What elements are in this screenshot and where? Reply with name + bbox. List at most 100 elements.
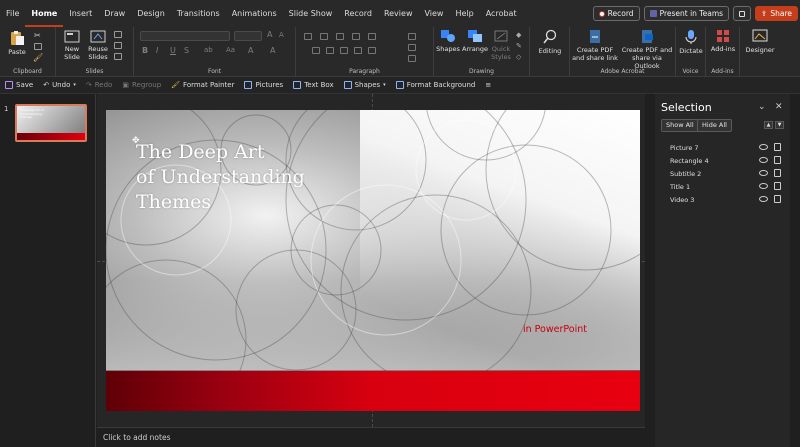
columns-icon[interactable]: [368, 47, 376, 54]
shapes-button[interactable]: Shapes: [436, 29, 460, 53]
pictures-button[interactable]: Pictures: [239, 81, 288, 89]
bold-button[interactable]: B: [142, 46, 148, 55]
bring-forward-icon[interactable]: ▲: [764, 121, 773, 129]
addins-button[interactable]: Add-ins: [708, 29, 738, 53]
selection-item[interactable]: Video 3: [670, 194, 784, 206]
record-button[interactable]: Record: [592, 6, 640, 21]
share-button[interactable]: ⇪ Share: [755, 6, 798, 21]
align-left-icon[interactable]: [312, 47, 320, 54]
lock-icon[interactable]: [774, 156, 781, 164]
layout-icon[interactable]: [114, 31, 122, 38]
lock-icon[interactable]: [774, 169, 781, 177]
bullets-icon[interactable]: [304, 33, 312, 40]
decrease-indent-icon[interactable]: [336, 33, 344, 40]
editing-button[interactable]: Editing: [534, 29, 566, 55]
tab-animations[interactable]: Animations: [226, 0, 283, 27]
slide-title[interactable]: The Deep Art of Understanding Themes: [136, 140, 396, 215]
red-band-rectangle[interactable]: [106, 371, 640, 411]
char-spacing-icon[interactable]: ab: [204, 46, 213, 54]
customize-qat-button[interactable]: ≡: [480, 81, 496, 89]
tab-home[interactable]: Home: [25, 0, 64, 27]
present-in-teams-button[interactable]: Present in Teams: [643, 6, 730, 21]
show-all-button[interactable]: Show All: [661, 119, 699, 132]
create-pdf-outlook-button[interactable]: Create PDF and share via Outlook: [620, 29, 674, 70]
lock-icon[interactable]: [774, 143, 781, 151]
justify-icon[interactable]: [354, 47, 362, 54]
tab-slide-show[interactable]: Slide Show: [283, 0, 339, 27]
font-name-dropdown[interactable]: [140, 31, 230, 41]
change-case-icon[interactable]: Aa: [226, 46, 235, 54]
notes-pane[interactable]: Click to add notes: [97, 427, 645, 447]
eye-icon[interactable]: [759, 170, 768, 176]
tab-help[interactable]: Help: [449, 0, 479, 27]
tab-file[interactable]: File: [0, 0, 25, 27]
eye-icon[interactable]: [759, 183, 768, 189]
shape-fill-icon[interactable]: ◆: [516, 31, 521, 39]
regroup-button[interactable]: ▣ Regroup: [117, 81, 166, 89]
increase-indent-icon[interactable]: [352, 33, 360, 40]
slide-subtitle[interactable]: in PowerPoint: [523, 324, 587, 335]
clear-format-icon[interactable]: A: [270, 46, 275, 55]
reset-icon[interactable]: [114, 42, 122, 49]
tab-acrobat[interactable]: Acrobat: [480, 0, 523, 27]
font-size-dropdown[interactable]: [234, 31, 262, 41]
tab-view[interactable]: View: [418, 0, 449, 27]
paste-button[interactable]: Paste: [6, 30, 28, 56]
tab-record[interactable]: Record: [338, 0, 378, 27]
align-right-icon[interactable]: [340, 47, 348, 54]
eye-icon[interactable]: [759, 144, 768, 150]
new-slide-button[interactable]: New Slide: [60, 30, 84, 61]
close-icon[interactable]: ✕: [775, 102, 783, 112]
align-text-icon[interactable]: [408, 44, 416, 51]
eye-icon[interactable]: [759, 196, 768, 202]
underline-button[interactable]: U: [170, 46, 176, 55]
tab-draw[interactable]: Draw: [98, 0, 131, 27]
shape-effects-icon[interactable]: ◇: [516, 53, 521, 61]
save-button[interactable]: Save: [0, 81, 38, 89]
redo-button[interactable]: ↷ Redo: [81, 81, 117, 89]
selection-item[interactable]: Rectangle 4: [670, 155, 784, 167]
tab-review[interactable]: Review: [378, 0, 419, 27]
format-painter-icon[interactable]: 🖌: [33, 53, 43, 62]
slide-thumbnail[interactable]: The Deep Art of Understanding Themes: [15, 104, 87, 142]
slide[interactable]: The Deep Art of Understanding Themes in P…: [106, 110, 640, 411]
dictate-button[interactable]: Dictate: [678, 29, 704, 55]
selection-item[interactable]: Subtitle 2: [670, 168, 784, 180]
slide-editing-area[interactable]: The Deep Art of Understanding Themes in P…: [97, 94, 645, 427]
quick-styles-button[interactable]: Quick Styles: [489, 29, 513, 61]
lock-icon[interactable]: [774, 182, 781, 190]
italic-button[interactable]: I: [156, 46, 158, 55]
tab-design[interactable]: Design: [131, 0, 171, 27]
eye-icon[interactable]: [759, 157, 768, 163]
selection-item[interactable]: Title 1: [670, 181, 784, 193]
numbering-icon[interactable]: [320, 33, 328, 40]
send-backward-icon[interactable]: ▼: [775, 121, 784, 129]
text-direction-icon[interactable]: [408, 33, 416, 40]
shape-outline-icon[interactable]: ✎: [516, 42, 522, 50]
shapes-qat-button[interactable]: Shapes ▾: [339, 81, 391, 89]
reuse-slides-button[interactable]: Reuse Slides: [86, 30, 110, 61]
comments-button[interactable]: [733, 6, 752, 21]
create-pdf-share-link-button[interactable]: Create PDF and share link: [572, 29, 618, 62]
grow-font-icon[interactable]: A: [267, 30, 272, 39]
pane-options-chevron-icon[interactable]: ⌄: [758, 102, 766, 112]
format-painter-qat-button[interactable]: 🖌 Format Painter: [166, 81, 239, 89]
selection-item[interactable]: Picture 7: [670, 142, 784, 154]
tab-transitions[interactable]: Transitions: [171, 0, 226, 27]
format-background-button[interactable]: Format Background: [391, 81, 481, 89]
hide-all-button[interactable]: Hide All: [697, 119, 732, 132]
line-spacing-icon[interactable]: [368, 33, 376, 40]
arrange-button[interactable]: Arrange: [462, 29, 488, 53]
strikethrough-button[interactable]: S: [184, 46, 189, 55]
tab-insert[interactable]: Insert: [63, 0, 98, 27]
align-center-icon[interactable]: [326, 47, 334, 54]
text-box-button[interactable]: Text Box: [288, 81, 338, 89]
section-icon[interactable]: [114, 53, 122, 60]
lock-icon[interactable]: [774, 195, 781, 203]
undo-button[interactable]: ↶ Undo ▾: [38, 81, 81, 89]
cut-icon[interactable]: ✂: [34, 31, 41, 40]
shrink-font-icon[interactable]: A: [279, 31, 284, 39]
smartart-icon[interactable]: [408, 55, 416, 62]
designer-button[interactable]: Designer: [742, 29, 778, 54]
copy-icon[interactable]: [34, 43, 42, 50]
